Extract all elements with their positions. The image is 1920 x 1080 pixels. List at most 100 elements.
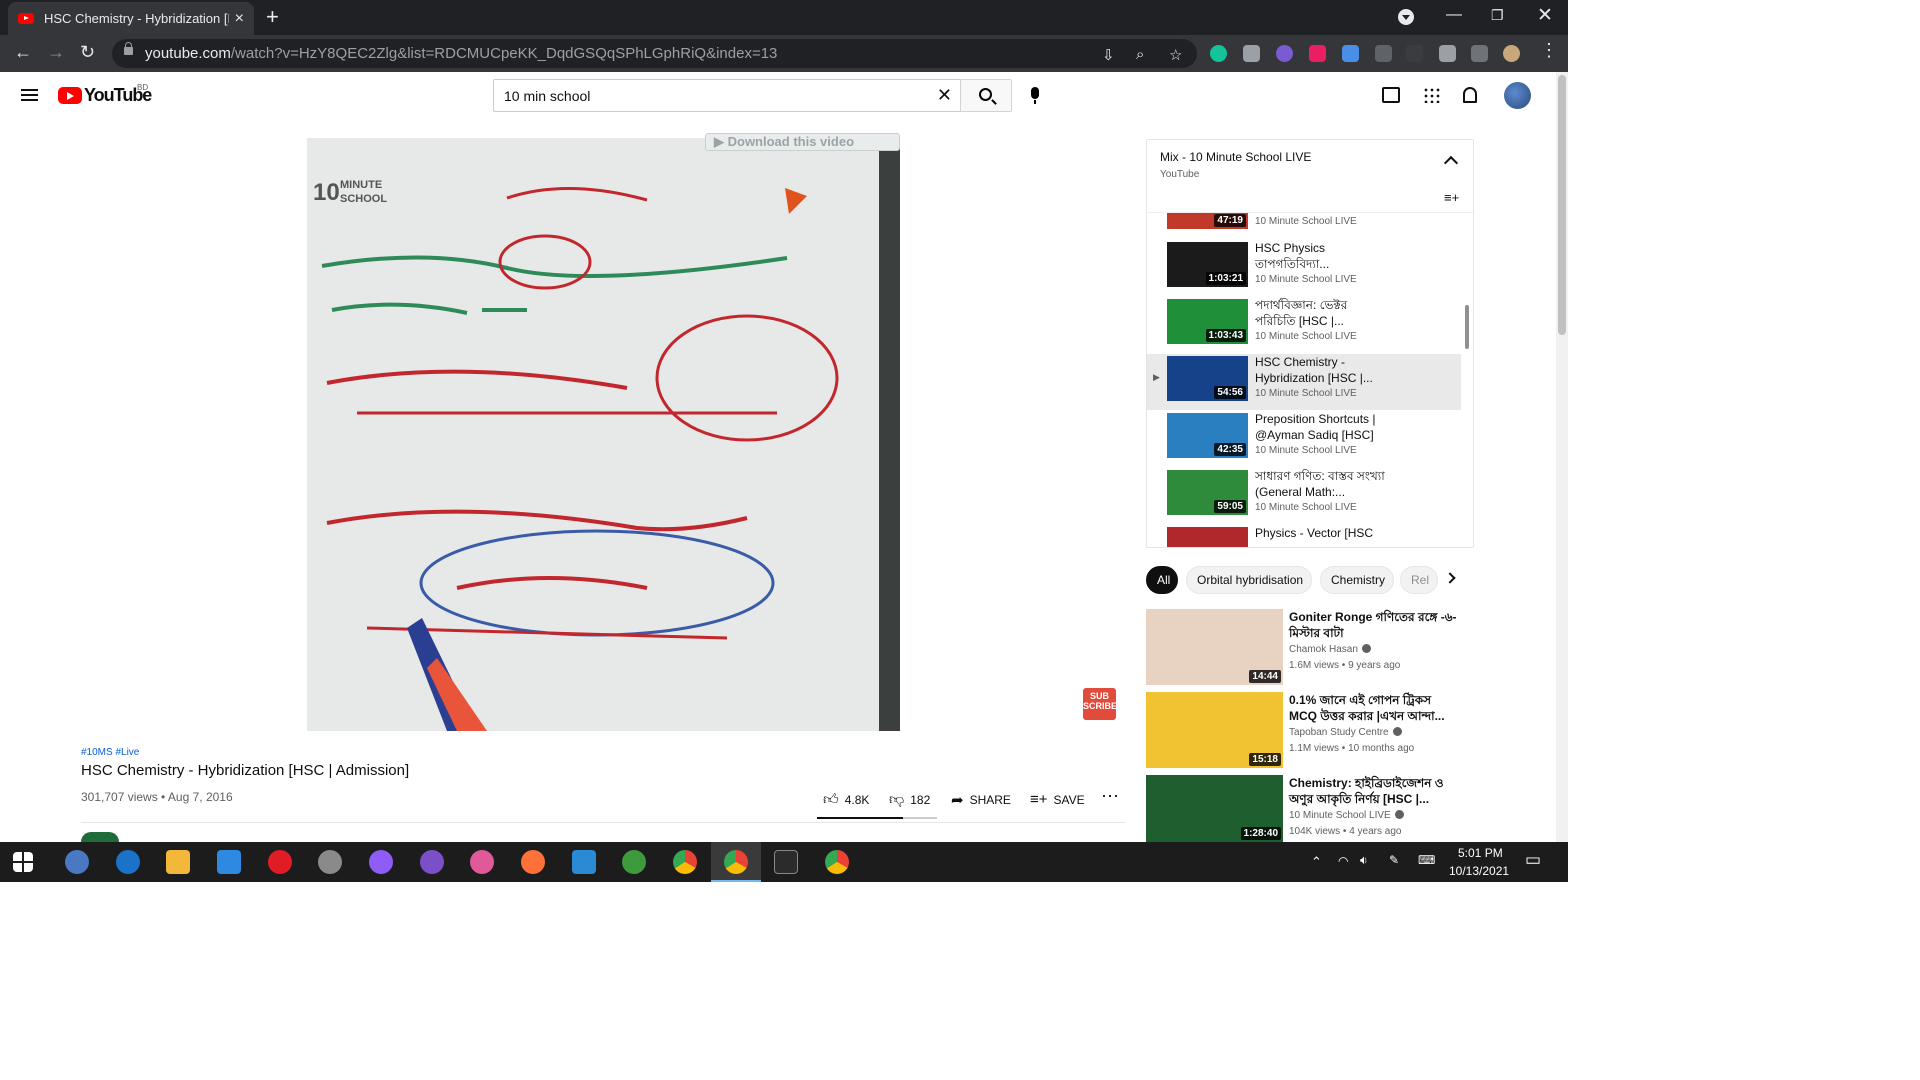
filter-chip[interactable]: Orbital hybridisation xyxy=(1186,566,1312,594)
opera-icon[interactable] xyxy=(268,850,292,874)
playlist-item-thumbnail[interactable]: 1:03:21 xyxy=(1167,242,1248,287)
playlist-item[interactable]: 59:05 সাধারণ গণিত: বাস্তব সংখ্যা (General… xyxy=(1147,468,1461,524)
search-input[interactable]: 10 min school ✕ xyxy=(493,79,961,112)
browser-menu-icon[interactable]: ⋮ xyxy=(1540,41,1558,59)
recommended-thumbnail[interactable]: 15:18 xyxy=(1146,692,1283,768)
snipping-tool-icon[interactable] xyxy=(318,850,342,874)
save-playlist-icon[interactable]: ≡+ xyxy=(1444,190,1459,205)
recommended-channel[interactable]: Tapoban Study Centre xyxy=(1289,727,1402,738)
zoom-icon[interactable]: ⌕ xyxy=(1136,46,1144,63)
tab-close-icon[interactable]: × xyxy=(235,10,244,28)
dislike-button[interactable]: 👎︎ 182 xyxy=(889,791,930,809)
flag-extension-icon[interactable] xyxy=(1309,45,1326,62)
reading-list-icon[interactable] xyxy=(1471,45,1488,62)
clock-time[interactable]: 5:01 PM xyxy=(1458,846,1503,860)
github-desktop-icon[interactable] xyxy=(420,850,444,874)
restore-button[interactable]: ❐ xyxy=(1491,7,1504,24)
save-button[interactable]: ≡+ SAVE xyxy=(1030,791,1085,808)
voice-search-icon[interactable] xyxy=(1031,87,1039,104)
search-button[interactable] xyxy=(960,79,1012,112)
playlist-item-thumbnail[interactable]: 59:05 xyxy=(1167,470,1248,515)
recommended-title[interactable]: Goniter Ronge গণিতের রঙ্গে -৬- মিস্টার ব… xyxy=(1289,609,1459,641)
youtube-logo-icon[interactable] xyxy=(58,87,82,104)
tray-expand-icon[interactable]: ⌃ xyxy=(1311,854,1322,870)
terminal-icon[interactable] xyxy=(774,850,798,874)
chrome-active-icon[interactable] xyxy=(724,850,748,874)
video-hashtags[interactable]: #10MS #Live xyxy=(81,747,139,758)
playlist-item[interactable]: 42:35 Preposition Shortcuts | @Ayman Sadi… xyxy=(1147,411,1461,467)
tab-search-icon[interactable] xyxy=(1398,9,1414,25)
windows-start-icon[interactable] xyxy=(13,852,33,872)
playlist-item[interactable]: 1:03:21 HSC Physics তাপগতিবিদ্যা... 10 Min… xyxy=(1147,240,1461,296)
recommended-video[interactable]: 14:44 Goniter Ronge গণিতের রঙ্গে -৬- মিস্… xyxy=(1146,609,1476,687)
forward-button[interactable]: → xyxy=(47,43,65,61)
browser-tab[interactable]: HSC Chemistry - Hybridization [H × xyxy=(8,2,254,35)
volume-icon[interactable]: 🔉︎ xyxy=(1360,853,1368,868)
extension-icon[interactable] xyxy=(1276,45,1293,62)
notifications-icon[interactable]: ▭ xyxy=(1525,850,1541,870)
vscode-icon[interactable] xyxy=(572,850,596,874)
playlist-item-title[interactable]: পদার্থবিজ্ঞান: ভেক্টর পরিচিতি [HSC |... xyxy=(1255,297,1385,329)
playlist-item[interactable]: Physics - Vector [HSC xyxy=(1147,525,1461,547)
profile-avatar-icon[interactable] xyxy=(1503,45,1520,62)
subscribe-watermark[interactable]: SUB SCRIBE xyxy=(1083,688,1117,720)
address-bar[interactable]: youtube.com/watch?v=HzY8QEC2Zlg&list=RDC… xyxy=(112,39,1197,68)
app-icon[interactable] xyxy=(622,850,646,874)
playlist-item[interactable]: 1:03:43 পদার্থবিজ্ঞান: ভেক্টর পরিচিতি [HS… xyxy=(1147,297,1461,353)
page-scroll-thumb[interactable] xyxy=(1558,75,1566,335)
back-button[interactable]: ← xyxy=(14,43,32,61)
filter-chip[interactable]: All xyxy=(1146,566,1178,594)
messenger-icon[interactable] xyxy=(369,850,393,874)
minimize-button[interactable]: — xyxy=(1446,6,1462,24)
recommended-channel[interactable]: 10 Minute School LIVE xyxy=(1289,810,1404,821)
grammarly-extension-icon[interactable] xyxy=(1210,45,1227,62)
more-actions-icon[interactable]: ⋯ xyxy=(1101,786,1119,807)
filter-chip[interactable]: Rel xyxy=(1400,566,1438,594)
account-avatar[interactable] xyxy=(1504,82,1531,109)
menu-icon[interactable] xyxy=(21,89,38,101)
apps-grid-icon[interactable] xyxy=(1423,87,1441,103)
channel-avatar[interactable] xyxy=(81,832,119,842)
extension-icon[interactable] xyxy=(1375,45,1392,62)
chip-next-icon[interactable] xyxy=(1444,572,1456,584)
recommended-channel[interactable]: Chamok Hasan xyxy=(1289,644,1371,655)
install-app-icon[interactable]: ⇩ xyxy=(1102,46,1115,64)
pen-extension-icon[interactable] xyxy=(1406,45,1423,62)
chrome-profile-icon[interactable] xyxy=(825,850,849,874)
collapse-playlist-icon[interactable] xyxy=(1443,155,1459,171)
playlist-item-title[interactable]: Physics - Vector [HSC xyxy=(1255,525,1385,541)
notifications-bell-icon[interactable] xyxy=(1463,87,1477,103)
bookmark-star-icon[interactable]: ☆ xyxy=(1169,46,1182,64)
new-tab-button[interactable]: + xyxy=(266,6,279,28)
playlist-item-thumbnail[interactable]: 1:03:43 xyxy=(1167,299,1248,344)
recommended-thumbnail[interactable]: 14:44 xyxy=(1146,609,1283,685)
file-explorer-icon[interactable] xyxy=(166,850,190,874)
playlist-title[interactable]: Mix - 10 Minute School LIVE xyxy=(1160,150,1311,164)
keyboard-icon[interactable]: ⌨ xyxy=(1418,853,1435,867)
playlist-item-title[interactable]: HSC Physics তাপগতিবিদ্যা... xyxy=(1255,240,1385,272)
recommended-thumbnail[interactable]: 1:28:40 xyxy=(1146,775,1283,842)
close-window-button[interactable]: ✕ xyxy=(1537,4,1553,27)
download-video-bar[interactable]: ▶ Download this video xyxy=(705,133,900,151)
recommended-video[interactable]: 1:28:40 Chemistry: হাইব্রিডাইজেশন ও অণুর … xyxy=(1146,775,1476,842)
playlist-scrollbar[interactable] xyxy=(1465,305,1469,349)
chrome-icon[interactable] xyxy=(673,850,697,874)
clock-date[interactable]: 10/13/2021 xyxy=(1449,864,1509,878)
extensions-puzzle-icon[interactable] xyxy=(1439,45,1456,62)
playlist-item-title[interactable]: সাধারণ গণিত: বাস্তব সংখ্যা (General Math… xyxy=(1255,468,1385,500)
wifi-icon[interactable]: ◠ xyxy=(1338,854,1348,868)
create-video-icon[interactable] xyxy=(1382,87,1400,103)
firefox-icon[interactable] xyxy=(521,850,545,874)
playlist-item-thumbnail[interactable]: 42:35 xyxy=(1167,413,1248,458)
edge-legacy-icon[interactable] xyxy=(116,850,140,874)
video-player[interactable]: 10 MINUTE SCHOOL xyxy=(307,138,900,731)
playlist-item-title[interactable]: HSC Chemistry - Hybridization [HSC |... xyxy=(1255,354,1385,386)
playlist-item-thumbnail[interactable] xyxy=(1167,527,1248,547)
reload-button[interactable]: ↻ xyxy=(80,43,95,61)
playlist-item-title[interactable]: Preposition Shortcuts | @Ayman Sadiq [HS… xyxy=(1255,411,1385,443)
filter-chip[interactable]: Chemistry xyxy=(1320,566,1394,594)
camera-extension-icon[interactable] xyxy=(1243,45,1260,62)
recommended-title[interactable]: 0.1% জানে এই গোপন ট্রিকস MCQ উত্তর করার … xyxy=(1289,692,1459,724)
like-button[interactable]: 👍︎ 4.8K xyxy=(823,791,869,809)
recommended-video[interactable]: 15:18 0.1% জানে এই গোপন ট্রিকস MCQ উত্তর … xyxy=(1146,692,1476,770)
